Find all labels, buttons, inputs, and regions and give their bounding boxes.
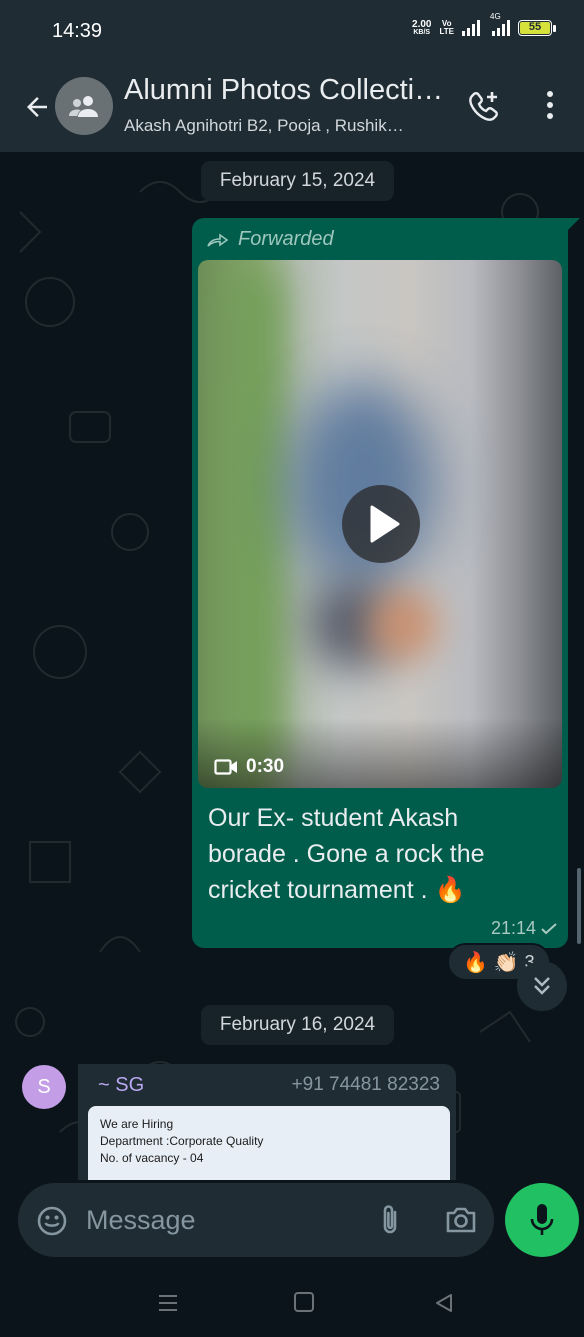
sender-name[interactable]: ~ SG bbox=[98, 1074, 144, 1097]
signal-4g-icon: 4G bbox=[490, 12, 510, 36]
sender-avatar[interactable]: S bbox=[22, 1065, 66, 1109]
forward-icon bbox=[207, 232, 229, 247]
group-avatar[interactable] bbox=[55, 77, 113, 135]
image-text-line: Department :Corporate Quality bbox=[100, 1134, 264, 1148]
network-speed: 2.00 KB/S bbox=[412, 19, 432, 37]
incoming-message-bubble[interactable]: ~ SG +91 74481 82323 We are Hiring Depar… bbox=[78, 1064, 456, 1180]
back-arrow-icon[interactable] bbox=[22, 92, 52, 122]
double-chevron-down-icon bbox=[534, 977, 550, 995]
video-camera-icon bbox=[214, 759, 237, 775]
status-bar: 14:39 2.00 KB/S Vo LTE 4G 55 bbox=[0, 0, 584, 64]
message-caption: Our Ex- student Akash borade . Gone a ro… bbox=[208, 804, 485, 904]
emoji-icon[interactable] bbox=[36, 1205, 68, 1237]
home-icon[interactable] bbox=[294, 1292, 314, 1312]
voice-message-button[interactable] bbox=[505, 1183, 579, 1257]
play-button[interactable] bbox=[342, 485, 420, 563]
message-timestamp: 21:14 bbox=[491, 918, 558, 939]
status-time: 14:39 bbox=[52, 20, 103, 42]
attach-icon[interactable] bbox=[378, 1203, 402, 1237]
video-thumbnail[interactable]: 0:30 bbox=[198, 260, 562, 788]
battery-level: 55 bbox=[520, 22, 550, 34]
status-indicators: 2.00 KB/S Vo LTE 4G 55 bbox=[412, 12, 556, 37]
camera-icon[interactable] bbox=[444, 1205, 478, 1235]
signal-icon bbox=[462, 20, 480, 36]
video-duration: 0:30 bbox=[214, 756, 284, 778]
group-icon bbox=[69, 96, 98, 117]
forwarded-label: Forwarded bbox=[206, 228, 334, 251]
more-options-icon[interactable] bbox=[544, 91, 556, 125]
volte-icon: Vo LTE bbox=[439, 19, 454, 36]
scrollbar-thumb[interactable] bbox=[577, 868, 581, 944]
chat-header: Alumni Photos Collecti… Akash Agnihotri … bbox=[0, 64, 584, 152]
chat-title[interactable]: Alumni Photos Collecti… bbox=[124, 74, 444, 107]
image-text-line: We are Hiring bbox=[100, 1117, 174, 1131]
battery-icon: 55 bbox=[518, 20, 556, 36]
outgoing-message-bubble[interactable]: Forwarded 0:30 Our Ex- student Akash bor… bbox=[192, 218, 568, 948]
sent-check-icon bbox=[541, 922, 557, 934]
system-navigation-bar bbox=[0, 1270, 584, 1337]
image-attachment[interactable]: We are Hiring Department :Corporate Qual… bbox=[88, 1106, 450, 1180]
add-call-icon[interactable] bbox=[466, 88, 502, 124]
nav-back-icon[interactable] bbox=[433, 1292, 455, 1314]
message-composer bbox=[18, 1183, 494, 1257]
message-input[interactable] bbox=[86, 1183, 356, 1257]
date-separator: February 15, 2024 bbox=[201, 161, 394, 201]
image-text-line: No. of vacancy - 04 bbox=[100, 1151, 204, 1165]
chat-area[interactable]: February 15, 2024 Forwarded 0:30 Our Ex-… bbox=[0, 152, 584, 1180]
date-separator: February 16, 2024 bbox=[201, 1005, 394, 1045]
scroll-to-bottom-button[interactable] bbox=[517, 961, 567, 1011]
chat-participants[interactable]: Akash Agnihotri B2, Pooja , Rushik… bbox=[124, 116, 446, 136]
play-icon bbox=[370, 505, 400, 543]
reaction-emojis: 🔥 👏🏻 bbox=[463, 951, 519, 974]
recent-apps-icon[interactable] bbox=[157, 1292, 179, 1314]
sender-phone: +91 74481 82323 bbox=[291, 1074, 440, 1095]
microphone-icon bbox=[530, 1204, 554, 1235]
